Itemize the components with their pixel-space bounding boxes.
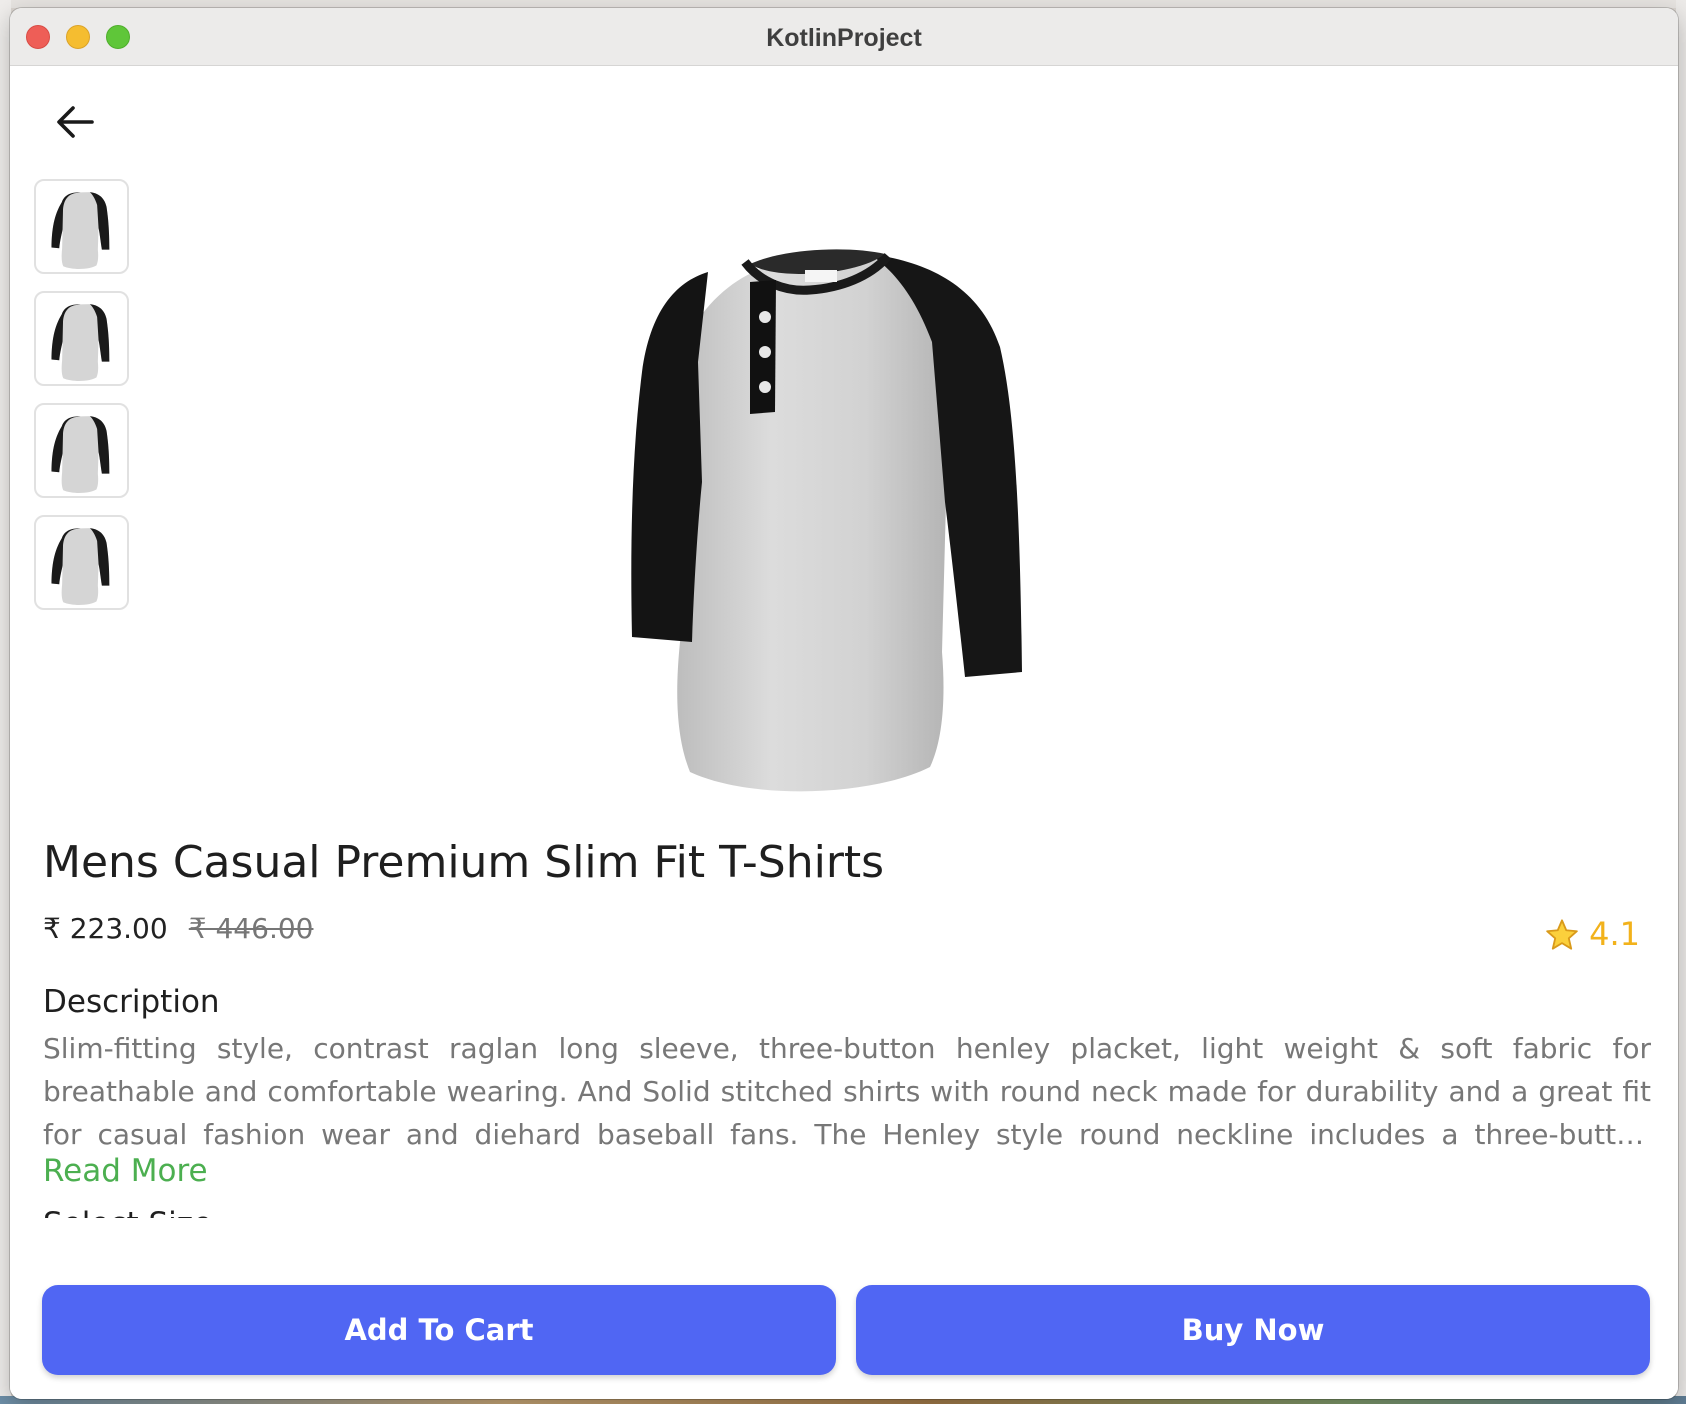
tshirt-image [50,191,109,269]
buy-now-button[interactable]: Buy Now [856,1285,1650,1375]
product-thumbnail[interactable] [34,403,129,498]
product-thumbnail[interactable] [34,179,129,274]
arrow-left-icon [57,106,94,138]
description-heading: Description [43,984,220,1020]
price-row: ₹ 223.00 ₹ 446.00 [43,912,313,945]
select-size-section: Select Size [43,1202,343,1218]
tshirt-image [631,249,1022,792]
read-more-link[interactable]: Read More [43,1153,208,1189]
title-bar: KotlinProject [10,8,1678,66]
description-text: Slim-fitting style, contrast raglan long… [43,1032,1651,1151]
rating: 4.1 [1545,915,1640,953]
tshirt-image [50,415,109,493]
current-price: ₹ 223.00 [43,912,168,945]
window-title: KotlinProject [766,24,922,52]
back-button[interactable] [50,97,100,147]
tshirt-image [50,527,109,605]
product-title: Mens Casual Premium Slim Fit T-Shirts [43,837,885,888]
add-to-cart-button[interactable]: Add To Cart [42,1285,836,1375]
tshirt-image [50,303,109,381]
original-price: ₹ 446.00 [188,912,314,945]
product-detail-screen: Mens Casual Premium Slim Fit T-Shirts ₹ … [10,67,1678,1399]
select-size-heading: Select Size [43,1202,343,1218]
app-window: KotlinProject Mens Casual Premium Slim F… [10,8,1678,1399]
product-thumbnail[interactable] [34,515,129,610]
thumbnail-list [34,179,130,627]
rating-value: 4.1 [1589,915,1640,953]
product-thumbnail[interactable] [34,291,129,386]
product-main-image [570,182,1070,807]
star-icon [1546,918,1578,950]
desktop-background [0,0,1686,8]
